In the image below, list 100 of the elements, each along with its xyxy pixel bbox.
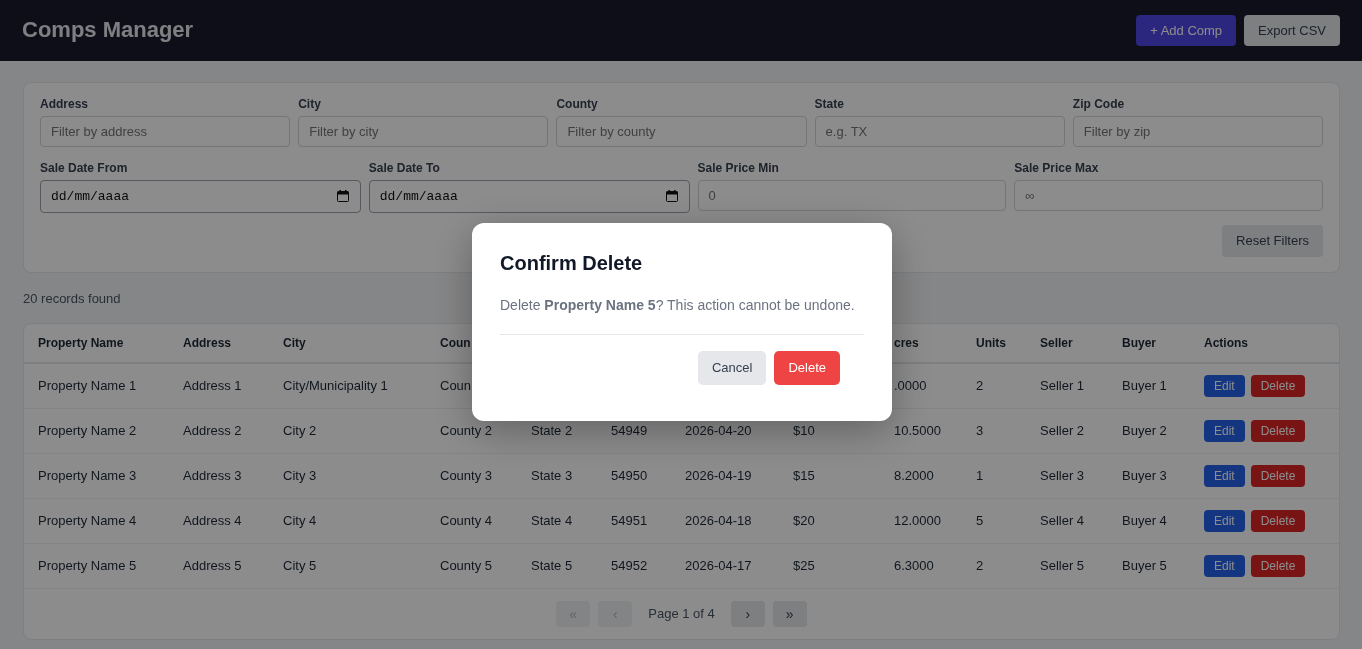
table-cell: 54951 bbox=[611, 513, 648, 528]
table-cell: City/Municipality 1 bbox=[283, 378, 388, 393]
table-cell: 2 bbox=[976, 378, 984, 393]
calendar-icon[interactable] bbox=[336, 190, 349, 202]
table-cell: 2026-04-18 bbox=[685, 513, 752, 528]
reset-filters-button[interactable]: Reset Filters bbox=[1222, 225, 1323, 257]
table-cell: Property Name 1 bbox=[38, 378, 137, 393]
delete-button[interactable]: Delete bbox=[1250, 465, 1306, 487]
delete-button[interactable]: Delete bbox=[1250, 555, 1306, 577]
table-cell: 6.3000 bbox=[894, 558, 934, 573]
dialog-message: Delete Property Name 5? This action cannot be undone. bbox=[500, 295, 864, 335]
table-cell: City 5 bbox=[283, 558, 317, 573]
column-header: cres bbox=[894, 336, 919, 350]
column-header: Seller bbox=[1040, 336, 1073, 350]
table-cell: Seller 4 bbox=[1040, 513, 1085, 528]
filter-input[interactable]: Filter by county bbox=[556, 116, 807, 147]
dialog-title: Confirm Delete bbox=[500, 251, 644, 275]
table-cell: 2026-04-20 bbox=[685, 423, 752, 438]
date-input[interactable]: dd/mm/aaaa bbox=[40, 180, 361, 213]
filter-label: Sale Date From bbox=[40, 161, 129, 175]
table-cell: Address 5 bbox=[183, 558, 242, 573]
filter-input[interactable]: ∞ bbox=[1014, 180, 1323, 211]
filter-input[interactable]: Filter by address bbox=[40, 116, 291, 147]
column-header: City bbox=[283, 336, 306, 350]
table-cell: State 3 bbox=[531, 468, 573, 483]
column-header: Buyer bbox=[1122, 336, 1156, 350]
page-indicator: Page 1 of 4 bbox=[648, 605, 715, 624]
last-page-button[interactable]: » bbox=[772, 601, 807, 627]
table-cell: Seller 5 bbox=[1040, 558, 1085, 573]
table-cell: Buyer 2 bbox=[1122, 423, 1167, 438]
table-cell: 2 bbox=[976, 558, 984, 573]
edit-button[interactable]: Edit bbox=[1204, 465, 1245, 487]
confirm-delete-button[interactable]: Delete bbox=[774, 351, 840, 385]
table-cell: 5 bbox=[976, 513, 984, 528]
table-cell: State 2 bbox=[531, 423, 573, 438]
table-cell: County 4 bbox=[440, 513, 493, 528]
column-header: Units bbox=[976, 336, 1006, 350]
table-cell: Address 2 bbox=[183, 423, 242, 438]
delete-button[interactable]: Delete bbox=[1250, 420, 1306, 442]
table-cell: City 4 bbox=[283, 513, 317, 528]
delete-button[interactable]: Delete bbox=[1250, 510, 1306, 532]
table-cell: 3 bbox=[976, 423, 984, 438]
edit-button[interactable]: Edit bbox=[1204, 555, 1245, 577]
table-cell: $15 bbox=[793, 468, 815, 483]
table-cell: State 5 bbox=[531, 558, 573, 573]
table-cell: Seller 3 bbox=[1040, 468, 1085, 483]
calendar-icon[interactable] bbox=[665, 190, 678, 202]
table-cell: Address 3 bbox=[183, 468, 242, 483]
table-cell: Property Name 3 bbox=[38, 468, 137, 483]
edit-button[interactable]: Edit bbox=[1204, 510, 1245, 532]
date-input[interactable]: dd/mm/aaaa bbox=[368, 180, 690, 213]
table-cell: Property Name 4 bbox=[38, 513, 137, 528]
filter-input[interactable]: Filter by zip bbox=[1072, 116, 1323, 147]
table-cell: 12.0000 bbox=[894, 513, 941, 528]
add-comp-button[interactable]: + Add Comp bbox=[1136, 14, 1237, 47]
table-cell: .0000 bbox=[894, 378, 927, 393]
edit-button[interactable]: Edit bbox=[1204, 375, 1245, 397]
table-cell: Property Name 5 bbox=[38, 558, 137, 573]
table-cell: 2026-04-19 bbox=[685, 468, 752, 483]
table-cell: 54952 bbox=[611, 558, 648, 573]
filter-label: Zip Code bbox=[1072, 97, 1126, 111]
filter-label: State bbox=[814, 97, 845, 111]
filter-label: Sale Date To bbox=[368, 161, 441, 175]
export-csv-button[interactable]: Export CSV bbox=[1244, 14, 1340, 47]
table-cell: Property Name 2 bbox=[38, 423, 137, 438]
table-cell: City 2 bbox=[283, 423, 317, 438]
table-cell: County 5 bbox=[440, 558, 493, 573]
table-cell: 8.2000 bbox=[894, 468, 934, 483]
cancel-button[interactable]: Cancel bbox=[697, 351, 767, 385]
table-cell: $25 bbox=[793, 558, 815, 573]
filter-label: County bbox=[556, 97, 599, 111]
app-title: Comps Manager bbox=[22, 17, 194, 44]
filter-label: Address bbox=[40, 97, 90, 111]
filter-label: City bbox=[298, 97, 322, 111]
delete-button[interactable]: Delete bbox=[1250, 375, 1306, 397]
table-cell: County 2 bbox=[440, 423, 493, 438]
column-header: Coun bbox=[440, 336, 471, 350]
table-cell: Address 4 bbox=[183, 513, 242, 528]
column-header: Address bbox=[183, 336, 232, 350]
table-cell: 1 bbox=[976, 468, 984, 483]
edit-button[interactable]: Edit bbox=[1204, 420, 1245, 442]
table-cell: Buyer 1 bbox=[1122, 378, 1167, 393]
filter-input[interactable]: 0 bbox=[697, 180, 1007, 211]
table-cell: County 3 bbox=[440, 468, 493, 483]
table-cell: 2026-04-17 bbox=[685, 558, 752, 573]
table-cell: Buyer 3 bbox=[1122, 468, 1167, 483]
next-page-button[interactable]: › bbox=[730, 601, 765, 627]
table-cell: Seller 2 bbox=[1040, 423, 1085, 438]
filter-input[interactable]: Filter by city bbox=[298, 116, 549, 147]
table-cell: 10.5000 bbox=[894, 423, 941, 438]
filter-label: Sale Price Min bbox=[697, 161, 780, 175]
filter-input[interactable]: e.g. TX bbox=[814, 116, 1065, 147]
table-cell: Address 1 bbox=[183, 378, 242, 393]
column-header: Property Name bbox=[38, 336, 124, 350]
table-cell: State 4 bbox=[531, 513, 573, 528]
table-cell: Buyer 4 bbox=[1122, 513, 1167, 528]
table-cell: Coun bbox=[440, 378, 472, 393]
filter-label: Sale Price Max bbox=[1014, 161, 1100, 175]
table-cell: Seller 1 bbox=[1040, 378, 1085, 393]
column-header: Actions bbox=[1204, 336, 1248, 350]
